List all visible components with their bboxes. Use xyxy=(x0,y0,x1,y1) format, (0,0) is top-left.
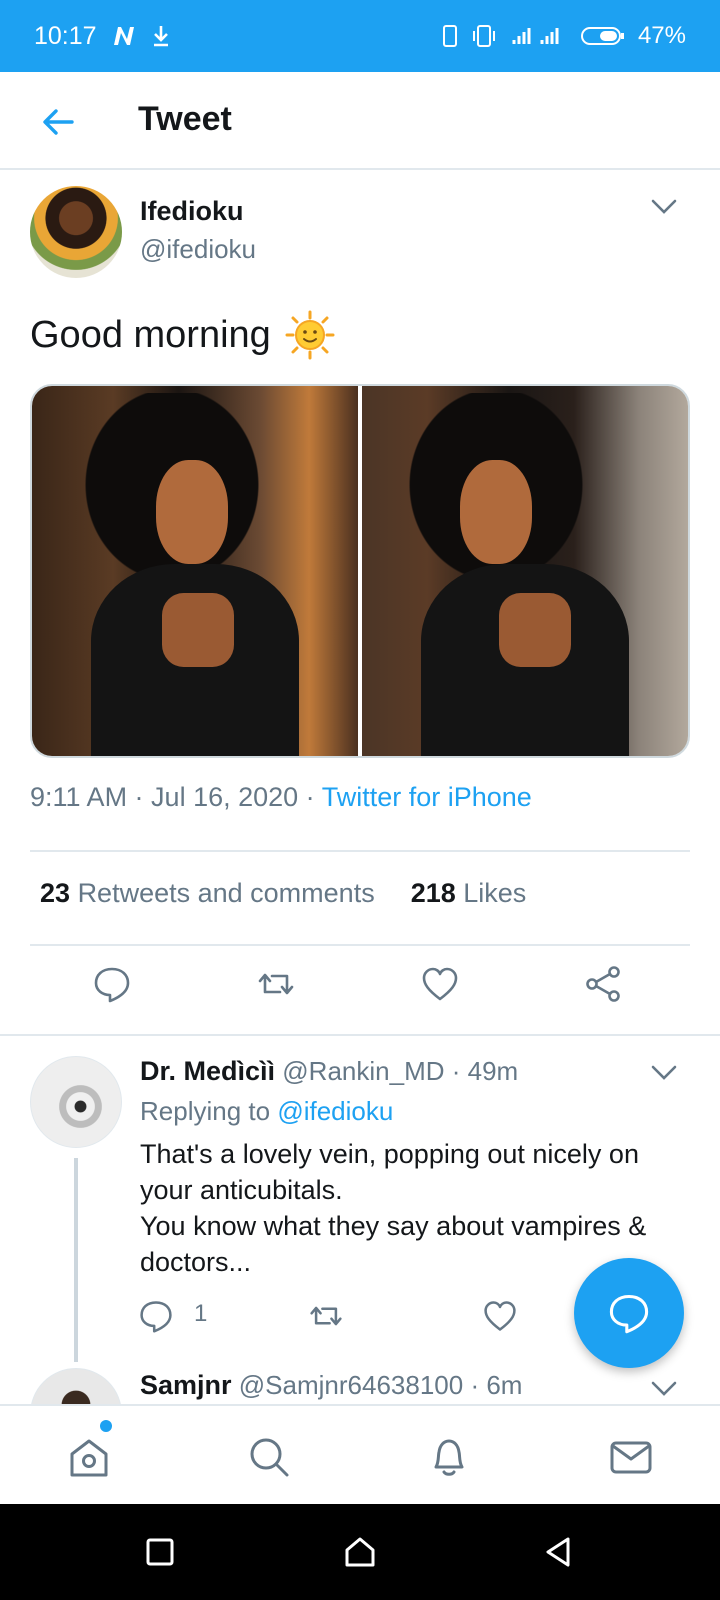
reply2-time: · 6m xyxy=(463,1370,523,1400)
page-title: Tweet xyxy=(138,100,232,138)
n-icon xyxy=(111,25,137,47)
reply2-author-handle[interactable]: @Samjnr64638100 xyxy=(239,1370,463,1400)
tweet-stats: 23 Retweets and comments 218 Likes xyxy=(40,878,526,909)
compose-bubble-icon xyxy=(609,1294,649,1334)
status-bar: 10:17 47% xyxy=(0,0,720,72)
divider xyxy=(30,944,690,946)
tweet-meta: 9:11 AM · Jul 16, 2020 · Twitter for iPh… xyxy=(30,782,532,813)
tweet-media xyxy=(30,384,690,758)
likes-label: Likes xyxy=(463,878,527,908)
divider xyxy=(30,850,690,852)
tweet-source-link[interactable]: Twitter for iPhone xyxy=(322,782,532,812)
battery-icon xyxy=(580,24,626,48)
likes-stat[interactable]: 218 Likes xyxy=(411,878,527,909)
compose-reply-button[interactable] xyxy=(574,1258,684,1368)
notifications-bell-icon[interactable] xyxy=(426,1434,472,1480)
retweet-icon[interactable] xyxy=(256,964,296,1004)
chevron-down-icon[interactable] xyxy=(650,198,678,216)
divider xyxy=(0,1034,720,1036)
tweet-text-content: Good morning xyxy=(30,313,271,356)
author-handle[interactable]: @ifedioku xyxy=(140,234,256,265)
replying-to-handle[interactable]: @ifedioku xyxy=(277,1096,393,1126)
back-system-icon[interactable] xyxy=(540,1534,576,1570)
reply-time: · 49m xyxy=(444,1056,519,1086)
reply-avatar[interactable] xyxy=(30,1056,122,1148)
chevron-down-icon[interactable] xyxy=(650,1380,678,1398)
reply-header: Dr. Medìcìì @Rankin_MD · 49m xyxy=(140,1056,518,1087)
home-notification-dot xyxy=(100,1420,112,1432)
bottom-nav xyxy=(0,1404,720,1504)
replying-prefix: Replying to xyxy=(140,1096,278,1126)
reply2-author-name[interactable]: Samjnr xyxy=(140,1370,232,1400)
vibrate-icon xyxy=(470,24,498,48)
download-icon xyxy=(151,24,171,48)
reply-comment-count: 1 xyxy=(194,1300,208,1327)
phone-outline-icon xyxy=(442,24,458,48)
status-time: 10:17 xyxy=(34,21,97,50)
likes-count: 218 xyxy=(410,878,456,908)
signal-icon xyxy=(510,24,568,48)
share-icon[interactable] xyxy=(584,964,624,1004)
author-avatar[interactable] xyxy=(30,186,122,278)
like-heart-icon[interactable] xyxy=(482,1298,522,1338)
system-nav-bar xyxy=(0,1504,720,1600)
reply-author-name[interactable]: Dr. Medìcìì xyxy=(140,1056,275,1086)
tweet-header: Tweet xyxy=(0,72,720,170)
battery-level: 47% xyxy=(637,22,686,49)
reply-text-line-1: That's a lovely vein, popping out nicely… xyxy=(140,1139,639,1205)
tweet-photo-1[interactable] xyxy=(32,386,358,756)
reply2-header: Samjnr @Samjnr64638100 · 6m xyxy=(140,1370,522,1401)
reply-author-handle[interactable]: @Rankin_MD xyxy=(282,1056,444,1086)
retweets-label: Retweets and comments xyxy=(77,878,375,908)
comment-icon[interactable] xyxy=(92,964,132,1004)
messages-mail-icon[interactable] xyxy=(608,1434,654,1480)
retweets-count: 23 xyxy=(40,878,71,908)
home-icon[interactable] xyxy=(66,1434,112,1480)
home-system-icon[interactable] xyxy=(342,1534,378,1570)
chevron-down-icon[interactable] xyxy=(650,1064,678,1082)
tweet-timestamp: 9:11 AM · Jul 16, 2020 · xyxy=(30,782,322,812)
like-heart-icon[interactable] xyxy=(420,964,460,1004)
sun-with-face-icon xyxy=(285,310,335,360)
recent-apps-icon[interactable] xyxy=(142,1534,178,1570)
author-name[interactable]: Ifedioku xyxy=(140,196,244,227)
replying-to: Replying to @ifedioku xyxy=(140,1096,393,1127)
tweet-actions xyxy=(0,950,720,1026)
tweet-text: Good morning xyxy=(30,310,335,360)
retweet-icon[interactable] xyxy=(308,1298,348,1338)
comment-icon[interactable] xyxy=(138,1298,178,1338)
reply-text: That's a lovely vein, popping out nicely… xyxy=(140,1136,680,1280)
back-arrow-icon[interactable] xyxy=(38,102,78,142)
tweet-photo-2[interactable] xyxy=(362,386,688,756)
retweets-stat[interactable]: 23 Retweets and comments xyxy=(40,878,375,909)
search-icon[interactable] xyxy=(246,1434,292,1480)
